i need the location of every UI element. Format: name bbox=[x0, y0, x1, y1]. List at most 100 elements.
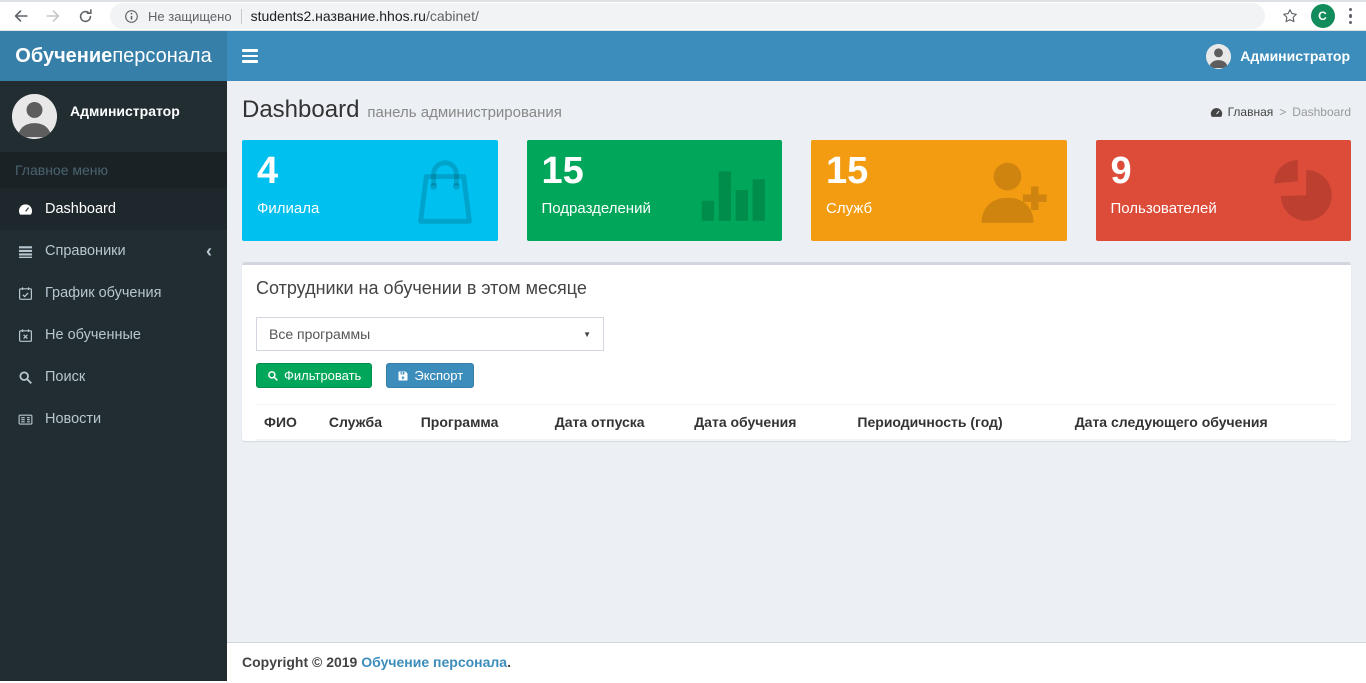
sidebar-item-novosti[interactable]: Новости bbox=[0, 398, 227, 440]
training-box-header: Сотрудники на обучении в этом месяце bbox=[242, 265, 1351, 299]
top-navbar: Обучение персонала Администратор bbox=[0, 31, 1366, 81]
bookmark-star-icon[interactable] bbox=[1279, 5, 1301, 27]
content-header: Dashboard панель администрирования Главна… bbox=[242, 96, 1351, 124]
sidebar-item-label: График обучения bbox=[45, 285, 162, 301]
sidebar-item-ne-obuchennye[interactable]: Не обученные bbox=[0, 314, 227, 356]
info-box-inner: 9 Пользователей bbox=[1096, 140, 1352, 228]
app-window: Обучение персонала Администратор Админист… bbox=[0, 31, 1366, 681]
training-box-title: Сотрудники на обучении в этом месяце bbox=[256, 278, 587, 298]
info-box-value: 9 bbox=[1110, 150, 1132, 192]
save-export-icon bbox=[397, 370, 409, 382]
info-box-podrazdeleniy: 15 Подразделений bbox=[526, 140, 783, 241]
dashboard-icon bbox=[1210, 106, 1223, 119]
info-box-value: 15 bbox=[826, 150, 869, 192]
navbar-user-menu[interactable]: Администратор bbox=[1190, 31, 1366, 81]
info-box-label: Филиала bbox=[257, 199, 320, 217]
info-box-label: Служб bbox=[826, 199, 873, 217]
url-path: /cabinet/ bbox=[425, 8, 479, 24]
info-box-sluzhb: 15 Служб bbox=[811, 140, 1067, 241]
info-box-inner: 15 Служб bbox=[811, 140, 1067, 228]
navbar-user-name: Администратор bbox=[1240, 48, 1350, 64]
brand-bold: Обучение bbox=[15, 44, 113, 67]
info-box-value: 4 bbox=[257, 150, 279, 192]
export-button[interactable]: Экспорт bbox=[386, 363, 475, 388]
sidebar-item-label: Поиск bbox=[45, 369, 86, 385]
sidebar-item-label: Не обученные bbox=[45, 327, 141, 343]
breadcrumb-current: Dashboard bbox=[1292, 105, 1351, 119]
content: Dashboard панель администрирования Главна… bbox=[227, 81, 1366, 642]
sidebar-item-label: Dashboard bbox=[45, 201, 116, 217]
info-box-inner: 15 Подразделений bbox=[527, 140, 783, 228]
list-icon bbox=[15, 244, 36, 259]
info-box-label: Подразделений bbox=[541, 199, 651, 217]
url-host: students2.название.hhos.ru bbox=[250, 8, 426, 24]
reload-icon[interactable] bbox=[74, 5, 96, 27]
filter-button-label: Фильтровать bbox=[284, 368, 362, 383]
main-layout: Администратор Главное меню Dashboard Спр… bbox=[0, 81, 1366, 681]
training-box-body: Все программы ▼ Фильтровать Экспорт ФИО … bbox=[242, 299, 1351, 441]
info-box-label: Пользователей bbox=[1110, 199, 1217, 217]
sidebar-item-poisk[interactable]: Поиск bbox=[0, 356, 227, 398]
breadcrumb-home-link[interactable]: Главная bbox=[1210, 105, 1274, 119]
footer-copyright: Copyright © 2019 bbox=[242, 654, 358, 670]
sidebar-item-label: Справоники bbox=[45, 243, 126, 259]
table-column-header: Служба bbox=[320, 404, 413, 441]
sidebar-item-spravoniki[interactable]: Справоники ‹ bbox=[0, 230, 227, 272]
brand-logo[interactable]: Обучение персонала bbox=[0, 31, 227, 81]
sidebar-item-label: Новости bbox=[45, 411, 102, 427]
table-column-header: Программа bbox=[412, 404, 547, 441]
table-column-header: Дата следующего обучения bbox=[1066, 404, 1337, 441]
sidebar-section-header: Главное меню bbox=[0, 152, 227, 188]
address-bar[interactable]: Не защищено students2.название.hhos.ru/c… bbox=[110, 3, 1265, 29]
page-title: Dashboard bbox=[242, 96, 360, 123]
info-box-filiala: 4 Филиала bbox=[242, 140, 498, 241]
forward-icon[interactable] bbox=[42, 5, 64, 27]
footer: Copyright © 2019 Обучение персонала. bbox=[227, 642, 1366, 681]
info-icon[interactable] bbox=[124, 9, 139, 24]
training-table: ФИО Служба Программа Дата отпуска Дата обуче… bbox=[256, 404, 1337, 441]
info-box-polzovateley: 9 Пользователей bbox=[1095, 140, 1352, 241]
dashboard-icon bbox=[15, 202, 36, 217]
navbar-user-avatar bbox=[1206, 43, 1232, 69]
page-heading: Dashboard панель администрирования bbox=[242, 96, 562, 124]
program-select[interactable]: Все программы ▼ bbox=[256, 317, 604, 351]
info-boxes-row: 4 Филиала 15 Подразделений 15 Служб 9 По… bbox=[242, 140, 1351, 241]
footer-suffix: . bbox=[507, 654, 511, 670]
training-box: Сотрудники на обучении в этом месяце Все… bbox=[242, 262, 1351, 441]
button-row: Фильтровать Экспорт bbox=[256, 363, 1337, 388]
content-wrapper: Dashboard панель администрирования Главна… bbox=[227, 81, 1366, 681]
breadcrumb: Главная > Dashboard bbox=[1210, 105, 1351, 119]
breadcrumb-home-label: Главная bbox=[1227, 105, 1274, 119]
security-label: Не защищено bbox=[148, 8, 232, 24]
sidebar-user-panel: Администратор bbox=[0, 81, 227, 152]
search-icon bbox=[267, 370, 279, 382]
sidebar-user-name: Администратор bbox=[70, 103, 180, 119]
footer-brand-link[interactable]: Обучение персонала bbox=[361, 654, 507, 670]
newspaper-icon bbox=[15, 412, 36, 427]
table-column-header: Дата обучения bbox=[686, 404, 850, 441]
calendar-times-icon bbox=[15, 328, 36, 343]
sidebar-menu: Dashboard Справоники ‹ График обучения Н… bbox=[0, 188, 227, 440]
url-text: students2.название.hhos.ru/cabinet/ bbox=[251, 8, 479, 24]
table-header-row: ФИО Служба Программа Дата отпуска Дата обуче… bbox=[256, 404, 1337, 441]
breadcrumb-separator: > bbox=[1279, 105, 1287, 119]
search-icon bbox=[15, 370, 36, 385]
brand-regular: персонала bbox=[112, 44, 212, 67]
browser-profile-avatar[interactable]: C bbox=[1310, 4, 1335, 28]
info-box-inner: 4 Филиала bbox=[242, 140, 498, 228]
back-icon[interactable] bbox=[10, 5, 32, 27]
sidebar: Администратор Главное меню Dashboard Спр… bbox=[0, 81, 227, 681]
sidebar-item-dashboard[interactable]: Dashboard bbox=[0, 188, 227, 230]
table-column-header: Дата отпуска bbox=[546, 404, 687, 441]
program-select-value: Все программы bbox=[269, 326, 371, 342]
select-arrow-icon: ▼ bbox=[583, 329, 591, 339]
chevron-left-icon: ‹ bbox=[206, 241, 212, 261]
sidebar-toggle-icon[interactable] bbox=[227, 31, 273, 81]
sidebar-user-avatar bbox=[12, 94, 57, 139]
export-button-label: Экспорт bbox=[414, 368, 464, 383]
navbar-spacer bbox=[273, 31, 1190, 81]
sidebar-item-grafik-obucheniya[interactable]: График обучения bbox=[0, 272, 227, 314]
table-column-header: ФИО bbox=[256, 404, 321, 441]
browser-menu-icon[interactable] bbox=[1345, 4, 1357, 29]
filter-button[interactable]: Фильтровать bbox=[256, 363, 373, 388]
